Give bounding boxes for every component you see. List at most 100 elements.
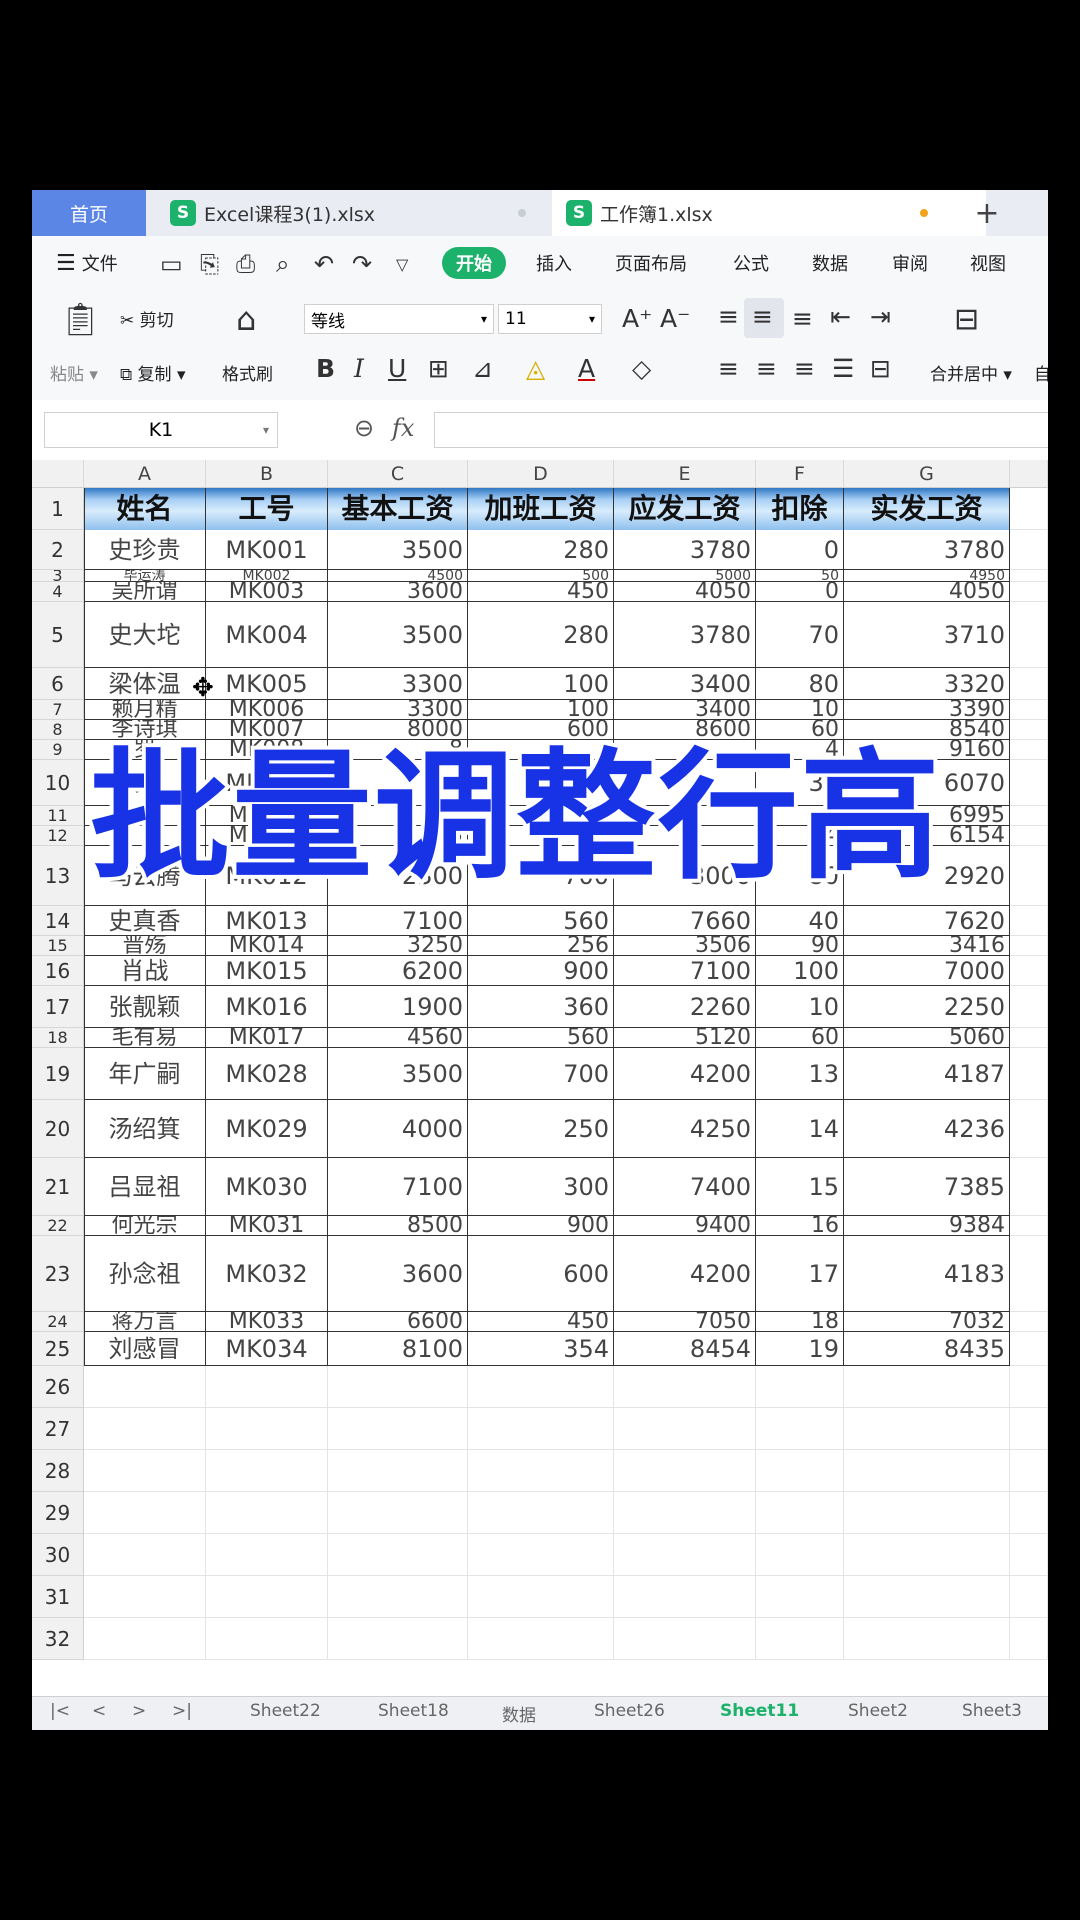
table-cell[interactable]: 何光宗 xyxy=(84,1216,206,1236)
row-header[interactable]: 16 xyxy=(32,956,84,986)
table-cell[interactable]: MK030 xyxy=(206,1158,328,1216)
empty-cell[interactable] xyxy=(84,1408,206,1450)
empty-cell[interactable] xyxy=(84,1450,206,1492)
empty-cell[interactable] xyxy=(756,1492,844,1534)
empty-cell[interactable] xyxy=(1010,1048,1048,1100)
table-cell[interactable]: MK033 xyxy=(206,1312,328,1332)
menu-home[interactable]: 开始 xyxy=(442,247,506,279)
table-cell[interactable]: 70 xyxy=(756,602,844,668)
next-sheet-icon[interactable]: > xyxy=(132,1701,146,1721)
justify-icon[interactable]: ☰ xyxy=(832,354,854,383)
table-cell[interactable]: 刘感冒 xyxy=(84,1332,206,1366)
table-cell[interactable]: 肖战 xyxy=(84,956,206,986)
sheet-tab[interactable]: Sheet3 xyxy=(962,1701,1022,1721)
table-cell[interactable]: 3780 xyxy=(614,602,756,668)
row-header[interactable]: 11 xyxy=(32,806,84,826)
empty-cell[interactable] xyxy=(328,1534,468,1576)
table-cell[interactable]: 7050 xyxy=(614,1312,756,1332)
table-cell[interactable]: 3506 xyxy=(614,936,756,956)
table-cell[interactable]: 7660 xyxy=(614,906,756,936)
table-cell[interactable]: 7100 xyxy=(328,1158,468,1216)
table-cell[interactable]: 梁体温 xyxy=(84,668,206,700)
empty-cell[interactable] xyxy=(328,1492,468,1534)
table-cell[interactable]: 3390 xyxy=(844,700,1010,720)
empty-cell[interactable] xyxy=(468,1408,614,1450)
format-painter-icon[interactable]: ⌂ xyxy=(236,300,256,338)
empty-cell[interactable] xyxy=(1010,1028,1048,1048)
table-cell[interactable]: 6200 xyxy=(328,956,468,986)
table-cell[interactable]: 1900 xyxy=(328,986,468,1028)
table-cell[interactable]: MK034 xyxy=(206,1332,328,1366)
table-cell[interactable]: 4560 xyxy=(328,1028,468,1048)
sheet-tab[interactable]: Sheet18 xyxy=(378,1701,449,1721)
empty-cell[interactable] xyxy=(206,1618,328,1660)
row-header[interactable]: 25 xyxy=(32,1332,84,1366)
table-cell[interactable]: 赖月精 xyxy=(84,700,206,720)
table-cell[interactable]: 吕显祖 xyxy=(84,1158,206,1216)
table-cell[interactable]: 吴所谓 xyxy=(84,582,206,602)
row-header[interactable]: 3 xyxy=(32,570,84,582)
align-middle-icon[interactable]: ≡ xyxy=(752,302,773,331)
empty-cell[interactable] xyxy=(1010,956,1048,986)
table-cell[interactable]: 17 xyxy=(756,1236,844,1312)
merge-center-icon[interactable]: ⊟ xyxy=(954,302,979,337)
column-header-a[interactable]: A xyxy=(84,460,206,488)
table-cell[interactable]: 3400 xyxy=(614,700,756,720)
table-cell[interactable]: 900 xyxy=(468,956,614,986)
table-cell[interactable]: 360 xyxy=(468,986,614,1028)
sheet-tab[interactable]: Sheet2 xyxy=(848,1701,908,1721)
table-cell[interactable]: 80 xyxy=(756,668,844,700)
empty-cell[interactable] xyxy=(1010,1492,1048,1534)
empty-cell[interactable] xyxy=(614,1408,756,1450)
row-header[interactable]: 6 xyxy=(32,668,84,700)
table-cell[interactable]: 4187 xyxy=(844,1048,1010,1100)
table-cell[interactable]: 3500 xyxy=(328,530,468,570)
table-cell[interactable]: 张靓颖 xyxy=(84,986,206,1028)
empty-cell[interactable] xyxy=(844,1366,1010,1408)
table-cell[interactable]: 4183 xyxy=(844,1236,1010,1312)
table-cell[interactable]: 史真香 xyxy=(84,906,206,936)
table-cell[interactable]: 7100 xyxy=(614,956,756,986)
table-cell[interactable]: 700 xyxy=(468,1048,614,1100)
table-cell[interactable]: 250 xyxy=(468,1100,614,1158)
header-cell[interactable]: 姓名 xyxy=(84,488,206,530)
table-cell[interactable]: 900 xyxy=(468,1216,614,1236)
table-cell[interactable]: 90 xyxy=(756,936,844,956)
row-header[interactable]: 12 xyxy=(32,826,84,846)
empty-cell[interactable] xyxy=(206,1492,328,1534)
table-cell[interactable]: 500 xyxy=(468,570,614,582)
header-cell[interactable]: 扣除 xyxy=(756,488,844,530)
empty-cell[interactable] xyxy=(468,1618,614,1660)
table-cell[interactable]: 4950 xyxy=(844,570,1010,582)
table-cell[interactable]: 6600 xyxy=(328,1312,468,1332)
empty-cell[interactable] xyxy=(1010,1450,1048,1492)
empty-cell[interactable] xyxy=(844,1534,1010,1576)
table-cell[interactable]: MK031 xyxy=(206,1216,328,1236)
table-cell[interactable]: 3320 xyxy=(844,668,1010,700)
empty-cell[interactable] xyxy=(84,1534,206,1576)
column-header-e[interactable]: E xyxy=(614,460,756,488)
row-header[interactable]: 28 xyxy=(32,1450,84,1492)
empty-cell[interactable] xyxy=(756,1408,844,1450)
empty-cell[interactable] xyxy=(328,1408,468,1450)
empty-cell[interactable] xyxy=(1010,1216,1048,1236)
table-cell[interactable]: 280 xyxy=(468,530,614,570)
empty-cell[interactable] xyxy=(468,1492,614,1534)
italic-icon[interactable]: I xyxy=(354,354,364,383)
empty-cell[interactable] xyxy=(206,1408,328,1450)
header-cell[interactable]: 加班工资 xyxy=(468,488,614,530)
table-cell[interactable]: MK017 xyxy=(206,1028,328,1048)
table-cell[interactable]: 19 xyxy=(756,1332,844,1366)
empty-cell[interactable] xyxy=(1010,488,1048,530)
font-size-select[interactable]: 11 ▾ xyxy=(498,304,602,334)
row-header[interactable]: 9 xyxy=(32,740,84,760)
empty-cell[interactable] xyxy=(1010,1618,1048,1660)
empty-cell[interactable] xyxy=(1010,570,1048,582)
table-cell[interactable]: 256 xyxy=(468,936,614,956)
row-header[interactable]: 18 xyxy=(32,1028,84,1048)
undo-icon[interactable]: ↶ xyxy=(314,250,334,278)
empty-cell[interactable] xyxy=(1010,1366,1048,1408)
header-cell[interactable]: 实发工资 xyxy=(844,488,1010,530)
row-header[interactable]: 23 xyxy=(32,1236,84,1312)
empty-cell[interactable] xyxy=(468,1366,614,1408)
